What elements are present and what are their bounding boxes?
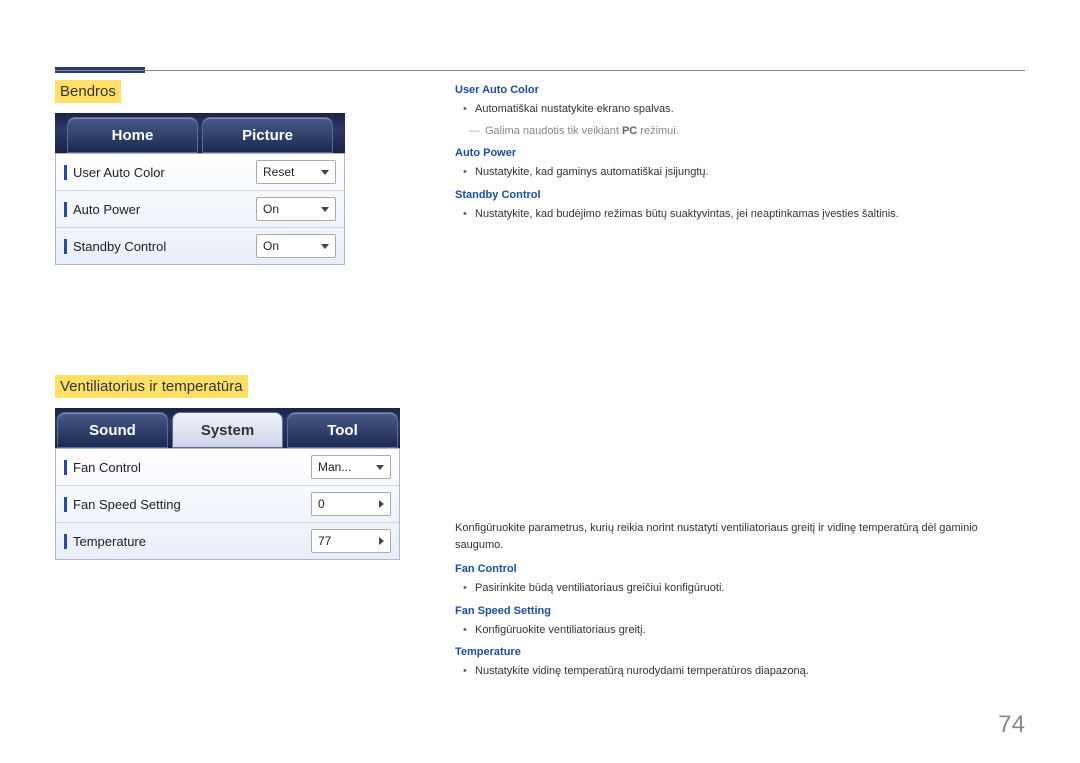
desc-fan-control: Fan Control Pasirinkite būdą ventiliator… xyxy=(455,563,1025,596)
heading-fan-speed: Fan Speed Setting xyxy=(455,605,1025,617)
heading-user-auto-color: User Auto Color xyxy=(455,84,1025,96)
bullet-user-auto-color: Automatiškai nustatykite ekrano spalvas. xyxy=(475,102,1025,117)
tab-picture[interactable]: Picture xyxy=(202,117,333,153)
screenshot-general: Home Picture User Auto Color Reset xyxy=(55,113,345,265)
heading-standby-control: Standby Control xyxy=(455,189,1025,201)
dropdown-fan-control[interactable]: Man... xyxy=(311,455,391,479)
bullet-fan-speed: Konfigūruokite ventiliatoriaus greitį. xyxy=(475,623,1025,638)
intro-fan-temp: Konfigūruokite parametrus, kurių reikia … xyxy=(455,520,1025,553)
dropdown-auto-power[interactable]: On xyxy=(256,197,336,221)
row-fan-speed-setting: Fan Speed Setting 0 xyxy=(56,486,399,523)
desc-user-auto-color: User Auto Color Automatiškai nustatykite… xyxy=(455,84,1025,137)
tab-tool-label: Tool xyxy=(327,422,358,439)
tab-system[interactable]: System xyxy=(172,412,283,448)
tab-bar-2: Sound System Tool xyxy=(55,408,400,448)
chevron-right-icon xyxy=(379,500,384,508)
row-auto-power: Auto Power On xyxy=(56,191,344,228)
label-fan-speed-setting: Fan Speed Setting xyxy=(64,497,311,512)
value-user-auto-color: Reset xyxy=(263,165,294,179)
chevron-down-icon xyxy=(376,465,384,470)
spinner-temperature[interactable]: 77 xyxy=(311,529,391,553)
dropdown-user-auto-color[interactable]: Reset xyxy=(256,160,336,184)
value-temperature: 77 xyxy=(318,534,331,548)
settings-body-2: Fan Control Man... Fan Speed Setting 0 xyxy=(55,448,400,560)
dropdown-standby-control[interactable]: On xyxy=(256,234,336,258)
spinner-fan-speed[interactable]: 0 xyxy=(311,492,391,516)
note-bold: PC xyxy=(622,125,637,137)
value-auto-power: On xyxy=(263,202,279,216)
bullet-temperature: Nustatykite vidinę temperatūrą nurodydam… xyxy=(475,664,1025,679)
note-pre: Galima naudotis tik veikiant xyxy=(485,125,622,137)
tab-bar-1: Home Picture xyxy=(55,113,345,153)
right-column: User Auto Color Automatiškai nustatykite… xyxy=(455,80,1025,687)
bullet-fan-control: Pasirinkite būdą ventiliatoriaus greičiu… xyxy=(475,581,1025,596)
chevron-right-icon xyxy=(379,537,384,545)
row-fan-control: Fan Control Man... xyxy=(56,449,399,486)
header-divider xyxy=(55,70,1025,71)
tab-system-label: System xyxy=(201,422,254,439)
section-bendros: Bendros Home Picture User Auto Color Res… xyxy=(55,80,455,265)
desc-section2: Konfigūruokite parametrus, kurių reikia … xyxy=(455,520,1025,679)
label-standby-control: Standby Control xyxy=(64,239,256,254)
value-standby-control: On xyxy=(263,239,279,253)
note-post: režimui. xyxy=(637,125,679,137)
tab-sound[interactable]: Sound xyxy=(57,412,168,448)
label-auto-power: Auto Power xyxy=(64,202,256,217)
screenshot-fan-temp: Sound System Tool Fan Control Man... xyxy=(55,408,400,560)
note-user-auto-color: Galima naudotis tik veikiant PC režimui. xyxy=(485,125,1025,137)
tab-spacer xyxy=(337,117,343,153)
content-columns: Bendros Home Picture User Auto Color Res… xyxy=(55,80,1025,687)
section-heading-ventiliatorius: Ventiliatorius ir temperatūra xyxy=(55,375,248,398)
bullet-standby-control: Nustatykite, kad budėjimo režimas būtų s… xyxy=(475,207,1025,222)
tab-tool[interactable]: Tool xyxy=(287,412,398,448)
label-temperature: Temperature xyxy=(64,534,311,549)
desc-standby-control: Standby Control Nustatykite, kad budėjim… xyxy=(455,189,1025,222)
row-standby-control: Standby Control On xyxy=(56,228,344,264)
heading-temperature: Temperature xyxy=(455,646,1025,658)
chevron-down-icon xyxy=(321,207,329,212)
label-fan-control: Fan Control xyxy=(64,460,311,475)
row-temperature: Temperature 77 xyxy=(56,523,399,559)
desc-auto-power: Auto Power Nustatykite, kad gaminys auto… xyxy=(455,147,1025,180)
tab-home-label: Home xyxy=(112,127,154,144)
tab-spacer xyxy=(57,117,63,153)
left-column: Bendros Home Picture User Auto Color Res… xyxy=(55,80,455,687)
row-user-auto-color: User Auto Color Reset xyxy=(56,154,344,191)
chevron-down-icon xyxy=(321,170,329,175)
desc-temperature: Temperature Nustatykite vidinę temperatū… xyxy=(455,646,1025,679)
heading-auto-power: Auto Power xyxy=(455,147,1025,159)
tab-picture-label: Picture xyxy=(242,127,293,144)
chevron-down-icon xyxy=(321,244,329,249)
tab-home[interactable]: Home xyxy=(67,117,198,153)
heading-fan-control: Fan Control xyxy=(455,563,1025,575)
settings-body-1: User Auto Color Reset Auto Power On xyxy=(55,153,345,265)
section-ventiliatorius: Ventiliatorius ir temperatūra Sound Syst… xyxy=(55,375,455,560)
page: Bendros Home Picture User Auto Color Res… xyxy=(0,0,1080,763)
tab-sound-label: Sound xyxy=(89,422,136,439)
section-heading-bendros: Bendros xyxy=(55,80,121,103)
label-user-auto-color: User Auto Color xyxy=(64,165,256,180)
desc-fan-speed: Fan Speed Setting Konfigūruokite ventili… xyxy=(455,605,1025,638)
page-number: 74 xyxy=(998,711,1025,739)
bullet-auto-power: Nustatykite, kad gaminys automatiškai įs… xyxy=(475,165,1025,180)
value-fan-control: Man... xyxy=(318,460,351,474)
value-fan-speed: 0 xyxy=(318,497,325,511)
